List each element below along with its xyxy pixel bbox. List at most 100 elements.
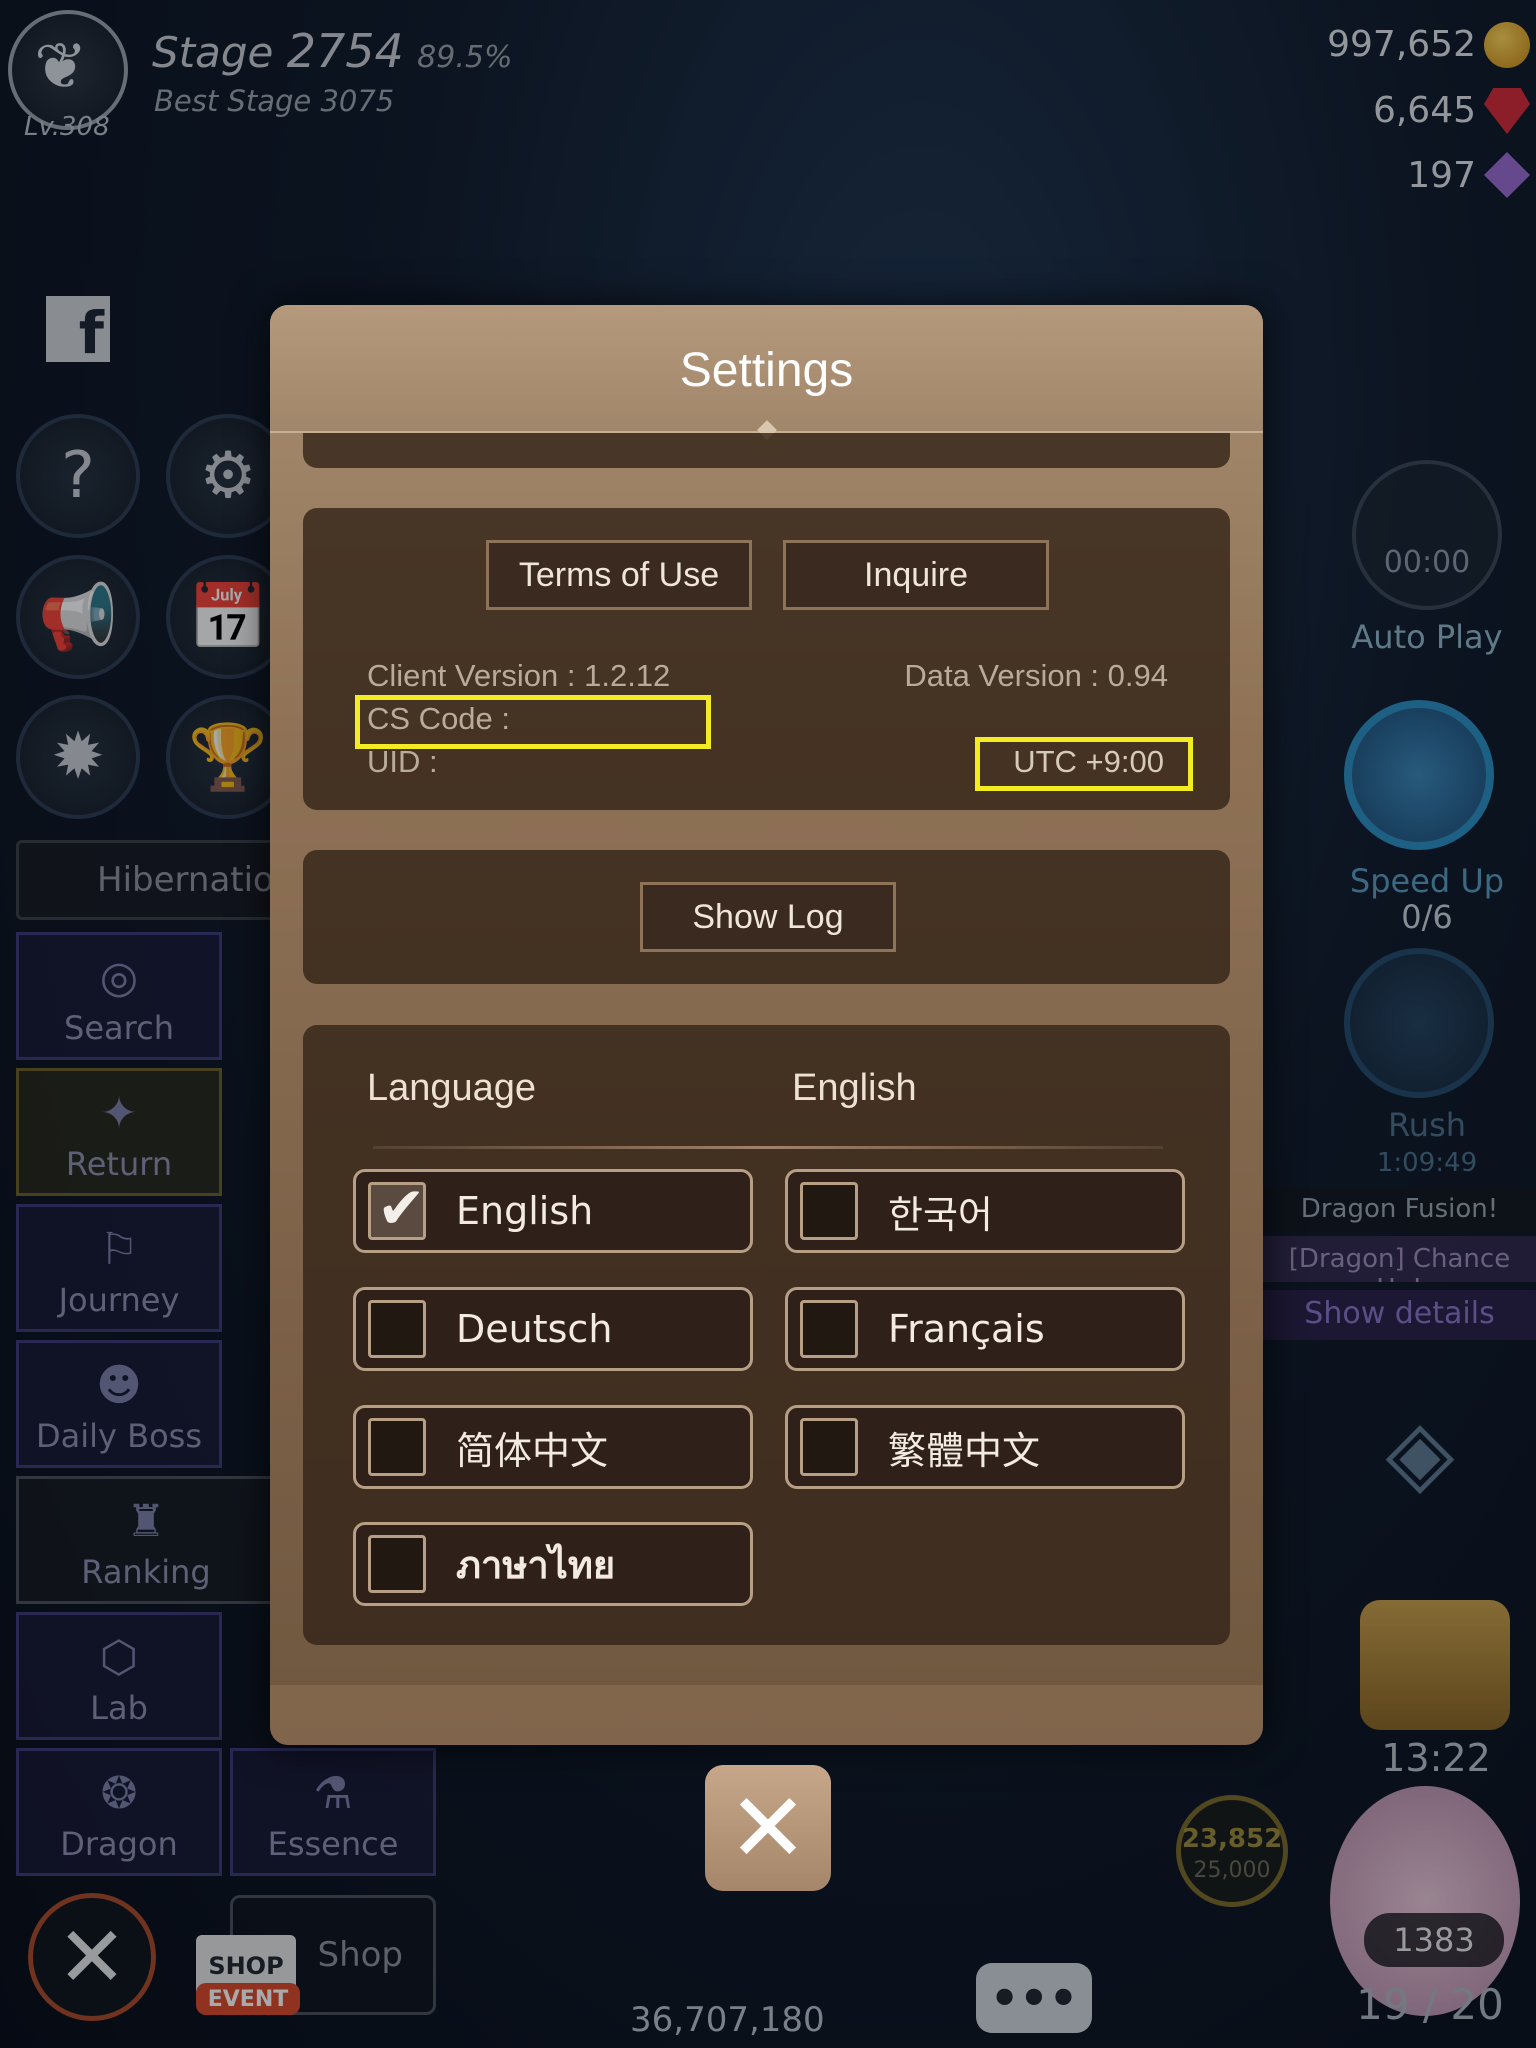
chest-icon[interactable]: ◈	[1320, 1400, 1520, 1550]
event-badge: EVENT	[196, 1983, 300, 2015]
show-log-button[interactable]: Show Log	[640, 882, 896, 952]
dragon-label: Dragon	[60, 1825, 178, 1863]
stage-label: Stage 2754 89.5%	[152, 24, 512, 78]
language-option-french[interactable]: Français	[785, 1287, 1185, 1371]
trophy-icon: ♜	[126, 1496, 166, 1547]
settings-modal: Settings Terms of Use Inquire Client Ver…	[270, 305, 1263, 1745]
close-settings-button[interactable]: ✕	[705, 1765, 831, 1891]
ruby-amount: 6,645	[1372, 90, 1476, 131]
terms-of-use-button[interactable]: Terms of Use	[486, 540, 752, 610]
show-details-link[interactable]: Show details	[1263, 1290, 1536, 1340]
uid: UID :	[367, 744, 438, 779]
map-route-icon: ⚐	[99, 1224, 139, 1275]
lab-button[interactable]: ⬡ Lab	[16, 1612, 222, 1740]
rush-label: Rush	[1387, 1106, 1467, 1144]
search-label: Search	[64, 1009, 174, 1047]
language-option-label: 简体中文	[456, 1428, 609, 1473]
player-level: Lv.308	[24, 112, 110, 142]
amethyst-amount: 197	[1407, 155, 1476, 196]
help-icon[interactable]: ?	[16, 414, 140, 538]
egg-count: 1383	[1364, 1913, 1504, 1967]
hibernation-button[interactable]: Hibernation	[16, 840, 295, 920]
checkbox[interactable]	[800, 1182, 858, 1240]
dragon-fusion-label: Dragon Fusion!	[1263, 1188, 1536, 1232]
ranking-label: Ranking	[81, 1553, 211, 1591]
shop-label: Shop	[317, 1935, 403, 1975]
treasure-chest-icon[interactable]	[1360, 1600, 1510, 1730]
hibernation-label: Hibernation	[97, 860, 296, 900]
daily-boss-button[interactable]: ☻ Daily Boss	[16, 1340, 222, 1468]
best-stage: Best Stage 3075	[154, 84, 395, 118]
log-panel: Show Log	[303, 850, 1230, 984]
checkbox[interactable]	[368, 1300, 426, 1358]
lab-label: Lab	[90, 1689, 148, 1727]
checkbox[interactable]	[368, 1418, 426, 1476]
language-option-german[interactable]: Deutsch	[353, 1287, 753, 1371]
language-option-label: Français	[888, 1307, 1045, 1351]
journey-button[interactable]: ⚐ Journey	[16, 1204, 222, 1332]
return-button[interactable]: ✦ Return	[16, 1068, 222, 1196]
badge-icon[interactable]: ✹	[16, 695, 140, 819]
client-version: Client Version : 1.2.12	[367, 658, 671, 693]
current-language: English	[792, 1067, 917, 1109]
search-button[interactable]: ◎ Search	[16, 932, 222, 1060]
boss-face-icon: ☻	[96, 1360, 142, 1411]
checkmark-icon: ✔	[377, 1174, 426, 1242]
modal-footer	[270, 1685, 1263, 1745]
cs-code-highlight	[355, 695, 711, 749]
chat-bubble-icon[interactable]: •••	[976, 1963, 1092, 2033]
rush-timer: 1:09:49	[1376, 1148, 1478, 1178]
speed-up-count: 0/6	[1401, 898, 1453, 936]
facebook-icon[interactable]: f	[46, 296, 110, 362]
language-option-thai[interactable]: ภาษาไทย	[353, 1522, 753, 1606]
language-label: Language	[367, 1067, 537, 1109]
megaphone-icon[interactable]: 📢	[16, 555, 140, 679]
language-option-simplified-chinese[interactable]: 简体中文	[353, 1405, 753, 1489]
ranking-button[interactable]: ♜ Ranking	[16, 1476, 276, 1604]
ruby-icon	[1484, 88, 1530, 134]
flask-icon: ⚗	[313, 1768, 353, 1819]
info-panel: Terms of Use Inquire Client Version : 1.…	[303, 508, 1230, 810]
essence-button[interactable]: ⚗ Essence	[230, 1748, 436, 1876]
language-divider	[373, 1146, 1163, 1149]
language-option-english[interactable]: ✔ English	[353, 1169, 753, 1253]
gold-coin-icon	[1484, 22, 1530, 68]
return-label: Return	[65, 1145, 173, 1183]
progress-max: 25,000	[1193, 1858, 1271, 1883]
utc-highlight	[975, 737, 1193, 791]
language-option-korean[interactable]: 한국어	[785, 1169, 1185, 1253]
daily-boss-label: Daily Boss	[35, 1417, 202, 1455]
dragon-button[interactable]: ❂ Dragon	[16, 1748, 222, 1876]
crest-icon: ❦	[34, 30, 88, 104]
settings-title: Settings	[679, 344, 854, 397]
checkbox-checked[interactable]: ✔	[368, 1174, 426, 1242]
auto-play-label: Auto Play	[1351, 618, 1503, 656]
clipped-panel	[303, 433, 1230, 468]
language-option-label: 繁體中文	[888, 1428, 1041, 1473]
star-icon: ✦	[100, 1088, 138, 1139]
stage-number: 2754	[286, 24, 404, 78]
amethyst-icon	[1484, 152, 1530, 198]
chance-up-banner[interactable]: [Dragon] Chance Up!	[1263, 1236, 1536, 1282]
language-option-traditional-chinese[interactable]: 繁體中文	[785, 1405, 1185, 1489]
data-version: Data Version : 0.94	[904, 658, 1168, 693]
checkbox[interactable]	[800, 1418, 858, 1476]
language-panel: Language English ✔ English 한국어 Deutsch F…	[303, 1025, 1230, 1645]
language-option-label: ภาษาไทย	[456, 1542, 616, 1587]
rush-button[interactable]	[1344, 948, 1494, 1098]
crystal-ball-icon: ◎	[99, 952, 139, 1003]
checkbox[interactable]	[800, 1300, 858, 1358]
stage-percent: 89.5%	[417, 40, 513, 75]
settings-header: Settings	[270, 305, 1263, 440]
exit-button[interactable]: ✕	[28, 1893, 156, 2021]
power-score: 36,707,180	[630, 2000, 825, 2040]
checkbox[interactable]	[368, 1535, 426, 1593]
speed-up-label: Speed Up	[1349, 862, 1505, 900]
progress-value: 23,852	[1181, 1824, 1283, 1854]
auto-play-button[interactable]	[1352, 460, 1502, 610]
journey-label: Journey	[58, 1281, 180, 1319]
egg-capacity: 19 / 20	[1356, 1980, 1504, 2029]
auto-play-timer: 00:00	[1383, 545, 1471, 580]
inquire-button[interactable]: Inquire	[783, 540, 1049, 610]
speed-up-button[interactable]	[1344, 700, 1494, 850]
